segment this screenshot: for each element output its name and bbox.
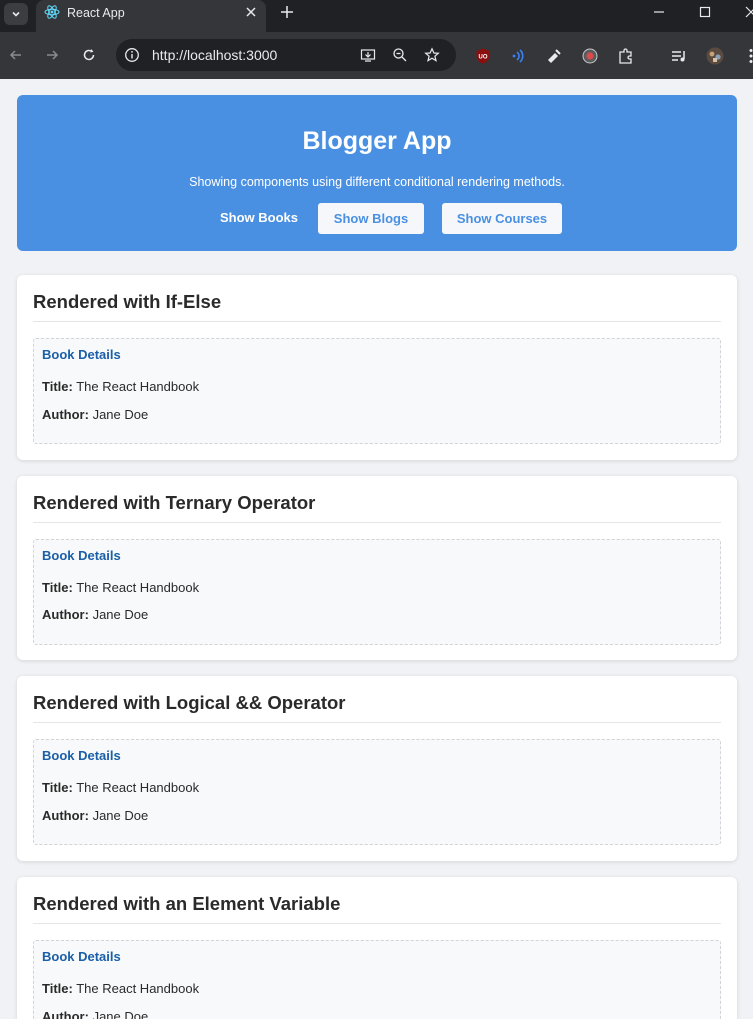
book-title-row: Title: The React Handbook [42,379,199,394]
browser-toolbar: http://localhost:3000 UO [0,32,753,79]
title-label: Title: [42,981,73,996]
page-content: Blogger App Showing components using dif… [0,79,753,1019]
show-books-button[interactable]: Show Books [213,203,305,233]
browser-tab-bar: React App [0,0,753,32]
author-label: Author: [42,607,89,622]
new-tab-icon[interactable] [279,4,295,20]
divider [33,321,721,322]
book-author-row: Author: Jane Doe [42,1009,148,1019]
url-text: http://localhost:3000 [152,47,278,63]
install-app-icon[interactable] [360,47,376,63]
book-details-box: Book Details Title: The React Handbook A… [33,338,721,444]
extensions-puzzle-icon[interactable] [617,47,635,65]
title-value: The React Handbook [76,379,200,394]
author-value: Jane Doe [92,607,149,622]
author-label: Author: [42,808,89,823]
book-details-title: Book Details [42,548,121,563]
browser-tab[interactable]: React App [36,0,266,32]
book-author-row: Author: Jane Doe [42,808,148,823]
book-title-row: Title: The React Handbook [42,780,199,795]
book-details-title: Book Details [42,347,121,362]
book-author-row: Author: Jane Doe [42,607,148,622]
zoom-icon[interactable] [392,47,408,63]
book-details-box: Book Details Title: The React Handbook A… [33,739,721,845]
section-heading: Rendered with Logical && Operator [33,692,346,713]
toggle-extension-icon[interactable] [581,47,599,65]
site-info-icon[interactable] [124,47,140,63]
bookmark-star-icon[interactable] [424,47,440,63]
minimize-icon[interactable] [651,4,667,20]
tab-search-button[interactable] [4,3,28,25]
title-label: Title: [42,580,73,595]
title-label: Title: [42,780,73,795]
maximize-icon[interactable] [697,4,713,20]
book-details-box: Book Details Title: The React Handbook A… [33,539,721,645]
author-value: Jane Doe [92,1009,149,1019]
svg-text:UO: UO [479,55,488,61]
chevron-down-icon [12,11,20,17]
divider [33,722,721,723]
title-label: Title: [42,379,73,394]
media-playlist-icon[interactable] [670,47,688,65]
section-heading: Rendered with Ternary Operator [33,492,316,513]
book-details-title: Book Details [42,949,121,964]
divider [33,522,721,523]
section-element-variable: Rendered with an Element Variable Book D… [17,877,737,1019]
profile-avatar-icon[interactable] [706,47,724,65]
reload-icon[interactable] [81,47,97,63]
title-value: The React Handbook [76,780,200,795]
book-details-box: Book Details Title: The React Handbook A… [33,940,721,1019]
more-menu-icon[interactable] [742,47,753,65]
section-ternary: Rendered with Ternary Operator Book Deta… [17,476,737,660]
section-if-else: Rendered with If-Else Book Details Title… [17,275,737,460]
react-logo-icon [44,5,60,19]
header-banner: Blogger App Showing components using dif… [17,95,737,251]
signal-extension-icon[interactable] [509,47,527,65]
author-label: Author: [42,407,89,422]
show-courses-button[interactable]: Show Courses [442,203,562,234]
app-subtitle: Showing components using different condi… [189,175,565,189]
devtools-extension-icon[interactable] [545,47,563,65]
book-title-row: Title: The React Handbook [42,580,199,595]
section-heading: Rendered with If-Else [33,291,222,312]
book-author-row: Author: Jane Doe [42,407,148,422]
book-title-row: Title: The React Handbook [42,981,199,996]
section-heading: Rendered with an Element Variable [33,893,341,914]
back-icon[interactable] [8,47,24,63]
author-label: Author: [42,1009,89,1019]
book-details-title: Book Details [42,748,121,763]
tab-title: React App [67,6,125,20]
title-value: The React Handbook [76,981,200,996]
author-value: Jane Doe [92,407,149,422]
section-logical-and: Rendered with Logical && Operator Book D… [17,676,737,861]
title-value: The React Handbook [76,580,200,595]
author-value: Jane Doe [92,808,149,823]
show-blogs-button[interactable]: Show Blogs [318,203,424,234]
close-tab-icon[interactable] [244,5,258,19]
address-bar[interactable]: http://localhost:3000 [116,39,456,71]
divider [33,923,721,924]
forward-icon[interactable] [44,47,60,63]
app-title: Blogger App [302,127,452,155]
close-window-icon[interactable] [743,4,753,20]
ublock-extension-icon[interactable]: UO [474,47,492,65]
